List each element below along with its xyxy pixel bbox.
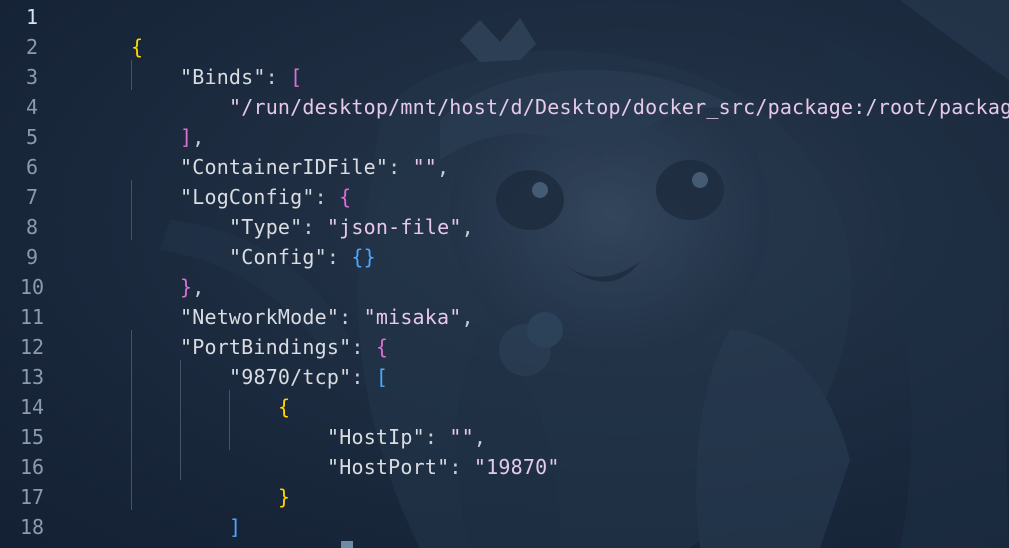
code-line-10[interactable]: "NetworkMode": "misaka", (131, 272, 474, 329)
line-number: 4 (25, 95, 39, 119)
code-line-11[interactable]: "PortBindings": { (131, 302, 388, 359)
code-line-1[interactable]: { (82, 2, 143, 59)
code-line-9[interactable]: }, (131, 242, 204, 299)
line-number: 1 (25, 5, 39, 29)
line-number: 17 (19, 485, 45, 509)
code-line-16[interactable]: } (229, 452, 290, 509)
code-line-6[interactable]: "LogConfig": { (131, 152, 351, 209)
json-key: "HostPort" (326, 455, 450, 479)
brace-close: } (277, 485, 291, 509)
code-line-15[interactable]: "HostPort": "19870" (278, 422, 560, 479)
code-line-3[interactable]: "/run/desktop/mnt/host/d/Desktop/docker_… (180, 62, 1009, 119)
line-number: 12 (19, 335, 45, 359)
line-number: 16 (19, 455, 45, 479)
line-number: 2 (25, 35, 39, 59)
json-string-value: "" (412, 155, 438, 179)
comma: , (461, 305, 474, 329)
bracket-open: [ (375, 365, 389, 389)
text-cursor-marker (341, 541, 353, 548)
line-number: 15 (19, 425, 45, 449)
colon: : (449, 455, 474, 479)
line-number: 11 (19, 305, 45, 329)
code-line-4[interactable]: ], (131, 92, 204, 149)
line-number: 6 (25, 155, 39, 179)
code-editor[interactable]: 1 2 3 4 5 6 7 8 9 10 11 12 13 14 15 16 1… (0, 0, 1009, 548)
colon: : (351, 365, 376, 389)
line-number: 13 (19, 365, 45, 389)
json-string-value: "/run/desktop/mnt/host/d/Desktop/docker_… (228, 95, 1009, 119)
code-line-2[interactable]: "Binds": [ (131, 32, 302, 89)
code-line-12[interactable]: "9870/tcp": [ (180, 332, 388, 389)
line-number: 10 (19, 275, 45, 299)
line-number: 3 (25, 65, 39, 89)
line-number: 5 (25, 125, 39, 149)
line-number-gutter: 1 2 3 4 5 6 7 8 9 10 11 12 13 14 15 16 1… (0, 0, 70, 548)
code-line-13[interactable]: { (229, 362, 290, 419)
json-key: "Config" (228, 245, 327, 269)
code-line-7[interactable]: "Type": "json-file", (180, 182, 474, 239)
empty-object: {} (351, 245, 376, 269)
line-number: 18 (19, 515, 45, 539)
comma: , (437, 155, 450, 179)
bracket-close: ] (228, 515, 242, 539)
code-line-8[interactable]: "Config": {} (180, 212, 376, 269)
colon: : (388, 155, 413, 179)
line-number: 9 (25, 245, 39, 269)
colon: : (326, 245, 352, 269)
line-number: 14 (19, 395, 45, 419)
code-line-5[interactable]: "ContainerIDFile": "", (131, 122, 449, 179)
code-line-18[interactable]: }, (131, 512, 204, 548)
comma: , (461, 215, 474, 239)
line-number: 7 (25, 185, 39, 209)
line-number: 8 (25, 215, 39, 239)
code-line-17[interactable]: ] (180, 482, 241, 539)
json-string-value: "19870" (473, 455, 560, 479)
code-line-14[interactable]: "HostIp": "", (278, 392, 486, 449)
